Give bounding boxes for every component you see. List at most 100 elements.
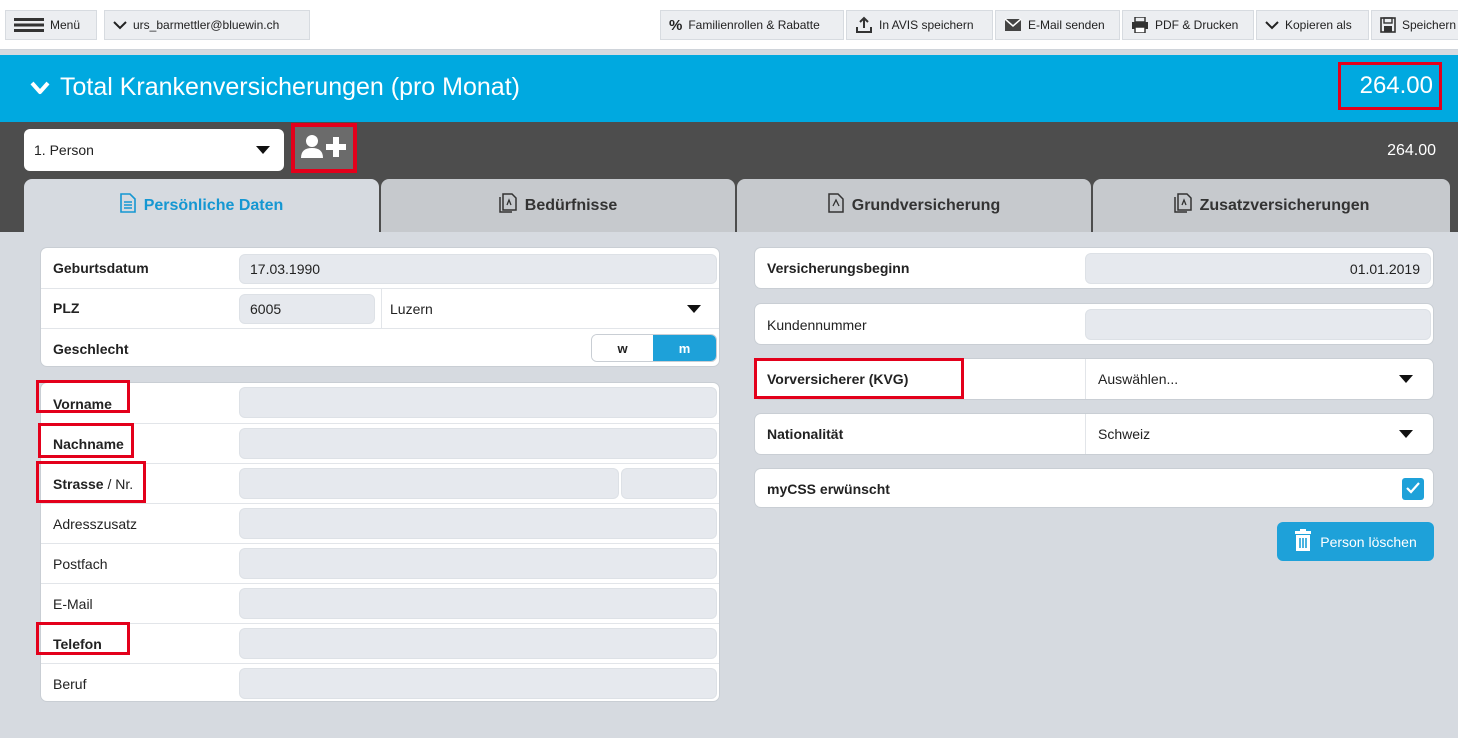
personal-data-card: Geburtsdatum 17.03.1990 PLZ 6005 Luzern … xyxy=(40,247,720,367)
customer-number-card: Kundennummer xyxy=(754,303,1434,345)
menu-button[interactable]: Menü xyxy=(5,10,97,40)
plz-field[interactable]: 6005 xyxy=(239,294,375,324)
floppy-disk-icon xyxy=(1380,17,1396,33)
chevron-down-icon xyxy=(113,20,127,30)
chevron-down-icon xyxy=(1265,20,1279,30)
tab-supplementary-insurance[interactable]: Zusatzversicherungen xyxy=(1093,179,1450,232)
save-avis-button[interactable]: In AVIS speichern xyxy=(846,10,993,40)
tab-basic-insurance[interactable]: Grundversicherung xyxy=(737,179,1091,232)
address-card: Vorname Nachname Strasse / Nr. Adresszus… xyxy=(40,382,720,702)
highlight-box xyxy=(291,123,357,173)
save-button[interactable]: Speichern xyxy=(1371,10,1458,40)
birthdate-row: Geburtsdatum 17.03.1990 xyxy=(41,248,719,288)
chevron-down-icon xyxy=(30,73,50,102)
hamburger-icon xyxy=(14,18,44,32)
previous-insurer-value: Auswählen... xyxy=(1098,371,1179,387)
postbox-label: Postfach xyxy=(53,556,108,572)
caret-down-icon xyxy=(687,305,701,313)
nationality-card: Nationalität Schweiz xyxy=(754,413,1434,455)
lastname-field[interactable] xyxy=(239,428,717,459)
firstname-row: Vorname xyxy=(41,383,719,423)
user-label: urs_barmettler@bluewin.ch xyxy=(133,18,280,32)
firstname-field[interactable] xyxy=(239,387,717,418)
street-field[interactable] xyxy=(239,468,619,499)
tab-needs[interactable]: Bedürfnisse xyxy=(381,179,735,232)
header-total-amount: 264.00 xyxy=(1338,62,1442,110)
save-label: Speichern xyxy=(1402,18,1457,32)
city-value: Luzern xyxy=(390,301,433,317)
send-email-button[interactable]: E-Mail senden xyxy=(995,10,1120,40)
check-icon xyxy=(1406,481,1420,497)
start-date-field[interactable]: 01.01.2019 xyxy=(1085,253,1431,284)
total-header-bar[interactable]: Total Krankenversicherungen (pro Monat) xyxy=(0,55,1458,122)
customer-number-label: Kundennummer xyxy=(767,317,867,333)
gender-row: Geschlecht w m xyxy=(41,328,719,368)
email-field[interactable] xyxy=(239,588,717,619)
mycss-label: myCSS erwünscht xyxy=(767,481,890,497)
person-select-value: 1. Person xyxy=(34,142,94,158)
job-field[interactable] xyxy=(239,668,717,699)
header-title: Total Krankenversicherungen (pro Monat) xyxy=(30,73,520,102)
birthdate-label: Geburtsdatum xyxy=(53,260,149,276)
trash-icon xyxy=(1294,529,1312,554)
person-select[interactable]: 1. Person xyxy=(24,129,284,171)
tab-label: Zusatzversicherungen xyxy=(1199,196,1370,214)
percent-icon: % xyxy=(669,16,683,34)
mycss-checkbox[interactable] xyxy=(1402,478,1424,500)
export-icon xyxy=(855,16,873,34)
tab-label: Bedürfnisse xyxy=(524,196,618,214)
customer-number-field[interactable] xyxy=(1085,309,1431,340)
gender-w-option[interactable]: w xyxy=(592,335,654,361)
nationality-label: Nationalität xyxy=(767,426,844,442)
gender-label: Geschlecht xyxy=(53,341,129,357)
family-discounts-button[interactable]: % Familienrollen & Rabatte xyxy=(660,10,844,40)
highlight-box xyxy=(36,461,146,503)
mycss-card: myCSS erwünscht xyxy=(754,468,1434,508)
envelope-icon xyxy=(1004,18,1022,32)
birthdate-field[interactable]: 17.03.1990 xyxy=(239,254,717,284)
gender-toggle: w m xyxy=(591,334,717,362)
highlight-box xyxy=(38,423,134,458)
addon-field[interactable] xyxy=(239,508,717,539)
tab-label: Persönliche Daten xyxy=(143,196,284,214)
nationality-value: Schweiz xyxy=(1098,426,1151,442)
phone-field[interactable] xyxy=(239,628,717,659)
delete-person-label: Person löschen xyxy=(1320,533,1417,550)
plz-label: PLZ xyxy=(53,300,80,316)
gender-m-option[interactable]: m xyxy=(653,335,716,361)
copy-as-button[interactable]: Kopieren als xyxy=(1256,10,1369,40)
family-label: Familienrollen & Rabatte xyxy=(688,18,820,32)
document-icon xyxy=(828,193,844,218)
start-date-card: Versicherungsbeginn 01.01.2019 xyxy=(754,247,1434,289)
caret-down-icon xyxy=(1399,375,1413,383)
email-row: E-Mail xyxy=(41,583,719,623)
highlight-box xyxy=(36,622,130,655)
plz-row: PLZ 6005 Luzern xyxy=(41,288,719,329)
avis-label: In AVIS speichern xyxy=(879,18,974,32)
highlight-box xyxy=(754,358,964,399)
documents-icon xyxy=(1173,193,1192,218)
printer-icon xyxy=(1131,17,1149,33)
document-icon xyxy=(119,193,136,218)
street-number-field[interactable] xyxy=(621,468,717,499)
tab-label: Grundversicherung xyxy=(851,196,1001,214)
user-dropdown-button[interactable]: urs_barmettler@bluewin.ch xyxy=(104,10,310,40)
phone-row: Telefon xyxy=(41,623,719,663)
header-title-text: Total Krankenversicherungen (pro Monat) xyxy=(60,73,520,101)
city-select[interactable]: Luzern xyxy=(381,289,719,329)
highlight-box xyxy=(36,380,130,413)
delete-person-button[interactable]: Person löschen xyxy=(1277,522,1434,561)
caret-down-icon xyxy=(1399,430,1413,438)
previous-insurer-select[interactable]: Auswählen... xyxy=(1085,359,1433,399)
pdf-print-button[interactable]: PDF & Drucken xyxy=(1122,10,1254,40)
top-toolbar: Menü urs_barmettler@bluewin.ch % Familie… xyxy=(0,0,1458,50)
nationality-select[interactable]: Schweiz xyxy=(1085,414,1433,454)
pdf-label: PDF & Drucken xyxy=(1155,18,1239,32)
email-label: E-Mail senden xyxy=(1028,18,1105,32)
tab-personal-data[interactable]: Persönliche Daten xyxy=(24,179,379,232)
copy-label: Kopieren als xyxy=(1285,18,1352,32)
person-total-amount: 264.00 xyxy=(1387,142,1436,159)
lastname-row: Nachname xyxy=(41,423,719,463)
job-row: Beruf xyxy=(41,663,719,703)
postbox-field[interactable] xyxy=(239,548,717,579)
